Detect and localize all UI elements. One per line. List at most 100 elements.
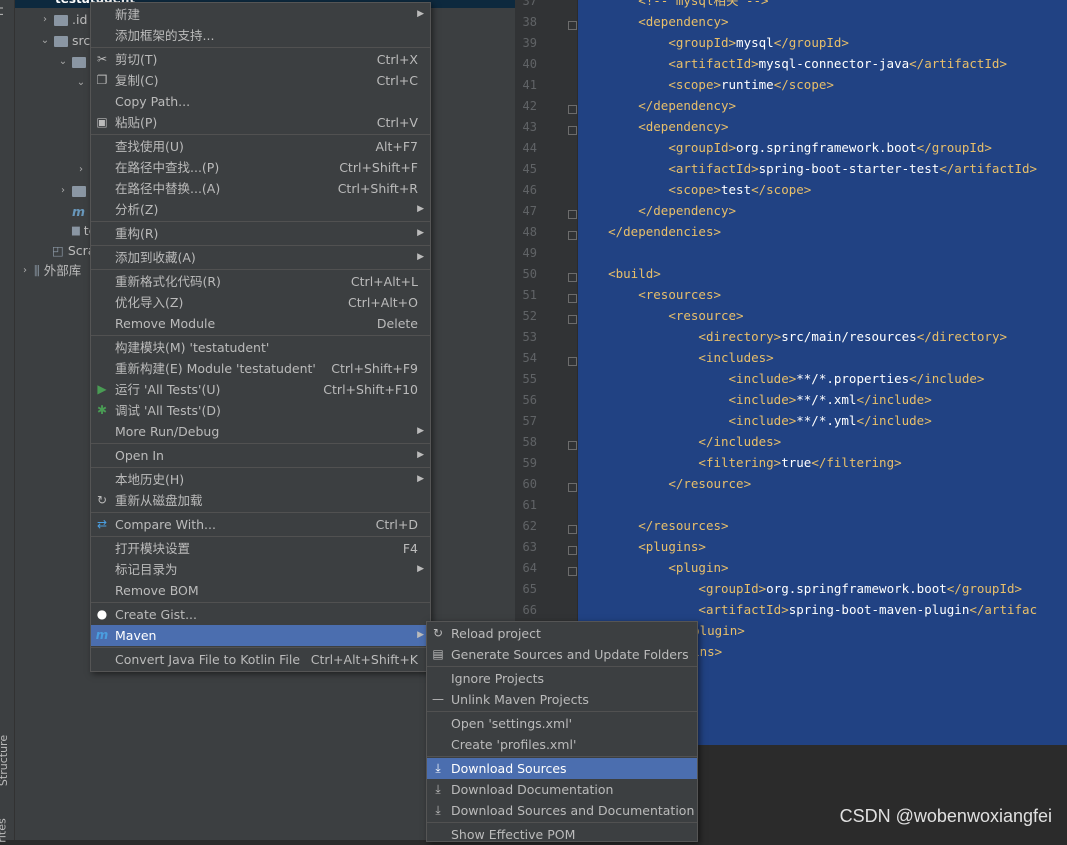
code-line[interactable]: </dependency>	[578, 95, 736, 116]
menu-item[interactable]: 标记目录为 ▶	[91, 559, 430, 580]
code-line[interactable]: <build>	[578, 263, 661, 284]
tree-row[interactable]: ⌄ src	[40, 31, 90, 51]
project-tool-tab[interactable]: Pr	[0, 5, 6, 16]
tree-row[interactable]: › .id	[40, 10, 87, 30]
menu-item[interactable]: 添加到收藏(A) ▶	[91, 247, 430, 268]
chevron-down-icon[interactable]: ⌄	[40, 31, 50, 51]
code-line[interactable]: <resources>	[578, 284, 721, 305]
maven-menu-item[interactable]: ⤓ Download Sources	[427, 758, 697, 779]
fold-marker-icon[interactable]	[568, 315, 577, 324]
chevron-right-icon[interactable]: ›	[20, 261, 30, 281]
code-line[interactable]: </includes>	[578, 431, 781, 452]
xml-tag: </includes>	[698, 434, 782, 449]
code-line[interactable]: <artifactId>mysql-connector-java</artifa…	[578, 53, 1007, 74]
maven-menu-item[interactable]: ⤓ Download Documentation	[427, 779, 697, 800]
menu-item[interactable]: 优化导入(Z) Ctrl+Alt+O	[91, 292, 430, 313]
code-line[interactable]: <includes>	[578, 347, 773, 368]
maven-menu-item[interactable]: Open 'settings.xml'	[427, 713, 697, 734]
menu-item[interactable]: ● Create Gist...	[91, 604, 430, 625]
structure-tool-tab[interactable]: Structure	[0, 735, 10, 786]
tree-row[interactable]: › ⫼ 外部库	[20, 261, 81, 281]
chevron-right-icon[interactable]: ›	[76, 160, 86, 180]
menu-item[interactable]: 本地历史(H) ▶	[91, 469, 430, 490]
code-line[interactable]: <include>**/*.yml</include>	[578, 410, 932, 431]
maven-menu-item[interactable]: — Unlink Maven Projects	[427, 689, 697, 710]
code-line[interactable]: <artifactId>spring-boot-starter-test</ar…	[578, 158, 1037, 179]
maven-menu-item[interactable]: Ignore Projects	[427, 668, 697, 689]
code-line[interactable]: <plugin>	[578, 557, 728, 578]
code-line[interactable]: <groupId>org.springframework.boot</group…	[578, 137, 992, 158]
menu-item[interactable]: ▣ 粘贴(P) Ctrl+V	[91, 112, 430, 133]
menu-item[interactable]: 查找使用(U) Alt+F7	[91, 136, 430, 157]
maven-menu-item[interactable]: ▤ Generate Sources and Update Folders	[427, 644, 697, 665]
chevron-down-icon[interactable]: ⌄	[76, 73, 86, 93]
maven-menu-item[interactable]: Create 'profiles.xml'	[427, 734, 697, 755]
code-line[interactable]: <scope>test</scope>	[578, 179, 811, 200]
menu-item[interactable]: ▶ 运行 'All Tests'(U) Ctrl+Shift+F10	[91, 379, 430, 400]
code-line[interactable]: </dependency>	[578, 200, 736, 221]
menu-item[interactable]: Copy Path...	[91, 91, 430, 112]
fold-marker-icon[interactable]	[568, 483, 577, 492]
code-line[interactable]: <directory>src/main/resources</directory…	[578, 326, 1007, 347]
tree-row[interactable]: ⌄	[58, 52, 90, 72]
menu-item[interactable]: Convert Java File to Kotlin File Ctrl+Alt…	[91, 649, 430, 670]
chevron-right-icon[interactable]: ›	[58, 181, 68, 201]
fold-marker-icon[interactable]	[568, 525, 577, 534]
menu-item[interactable]: ↻ 重新从磁盘加载	[91, 490, 430, 511]
menu-item[interactable]: ⇄ Compare With... Ctrl+D	[91, 514, 430, 535]
code-line[interactable]: <artifactId>spring-boot-maven-plugin</ar…	[578, 599, 1037, 620]
menu-item[interactable]: 在路径中查找...(P) Ctrl+Shift+F	[91, 157, 430, 178]
menu-item[interactable]: ✂ 剪切(T) Ctrl+X	[91, 49, 430, 70]
maven-menu-item[interactable]: ⤓ Download Sources and Documentation	[427, 800, 697, 821]
menu-item[interactable]: 重新格式化代码(R) Ctrl+Alt+L	[91, 271, 430, 292]
fold-marker-icon[interactable]	[568, 273, 577, 282]
chevron-right-icon[interactable]: ›	[40, 10, 50, 30]
menu-item[interactable]: Open In ▶	[91, 445, 430, 466]
fold-marker-icon[interactable]	[568, 546, 577, 555]
fold-marker-icon[interactable]	[568, 126, 577, 135]
code-line[interactable]: </dependencies>	[578, 221, 721, 242]
menu-item[interactable]: m Maven ▶	[91, 625, 430, 646]
code-line[interactable]: </resources>	[578, 515, 728, 536]
code-line[interactable]: <plugins>	[578, 536, 706, 557]
menu-item[interactable]: 添加框架的支持...	[91, 25, 430, 46]
tree-row[interactable]: ›	[76, 160, 90, 180]
tree-row[interactable]: ⌄	[76, 73, 90, 93]
fold-marker-icon[interactable]	[568, 105, 577, 114]
menu-item[interactable]: 重构(R) ▶	[91, 223, 430, 244]
code-line[interactable]: <groupId>mysql</groupId>	[578, 32, 849, 53]
fold-marker-icon[interactable]	[568, 567, 577, 576]
menu-item[interactable]: ✱ 调试 'All Tests'(D)	[91, 400, 430, 421]
menu-item[interactable]: 在路径中替换...(A) Ctrl+Shift+R	[91, 178, 430, 199]
code-line[interactable]: <dependency>	[578, 116, 728, 137]
fold-marker-icon[interactable]	[568, 294, 577, 303]
fold-marker-icon[interactable]	[568, 231, 577, 240]
code-line[interactable]: <filtering>true</filtering>	[578, 452, 901, 473]
chevron-down-icon[interactable]: ⌄	[58, 52, 68, 72]
tree-row[interactable]: ›	[58, 181, 90, 201]
menu-item[interactable]: 新建 ▶	[91, 4, 430, 25]
menu-item[interactable]: Remove BOM	[91, 580, 430, 601]
code-line[interactable]: <dependency>	[578, 11, 728, 32]
code-line[interactable]: </resource>	[578, 473, 751, 494]
fold-marker-icon[interactable]	[568, 357, 577, 366]
menu-item[interactable]: 构建模块(M) 'testatudent'	[91, 337, 430, 358]
menu-item[interactable]: ❐ 复制(C) Ctrl+C	[91, 70, 430, 91]
menu-item[interactable]: 分析(Z) ▶	[91, 199, 430, 220]
code-line[interactable]: <groupId>org.springframework.boot</group…	[578, 578, 1022, 599]
code-line[interactable]: <include>**/*.properties</include>	[578, 368, 985, 389]
menu-item[interactable]: 打开模块设置 F4	[91, 538, 430, 559]
menu-item[interactable]: 重新构建(E) Module 'testatudent' Ctrl+Shift+F…	[91, 358, 430, 379]
fold-marker-icon[interactable]	[568, 210, 577, 219]
menu-item[interactable]: Remove Module Delete	[91, 313, 430, 334]
fold-marker-icon[interactable]	[568, 21, 577, 30]
maven-menu-item[interactable]: ↻ Reload project	[427, 623, 697, 644]
menu-item[interactable]: More Run/Debug ▶	[91, 421, 430, 442]
code-line[interactable]: <!-- mysql相关 -->	[578, 0, 768, 11]
favorites-tool-tab[interactable]: rites	[0, 818, 9, 842]
code-line[interactable]: <include>**/*.xml</include>	[578, 389, 932, 410]
code-line[interactable]: <resource>	[578, 305, 743, 326]
fold-marker-icon[interactable]	[568, 441, 577, 450]
code-line[interactable]: <scope>runtime</scope>	[578, 74, 834, 95]
maven-menu-item[interactable]: Show Effective POM	[427, 824, 697, 845]
